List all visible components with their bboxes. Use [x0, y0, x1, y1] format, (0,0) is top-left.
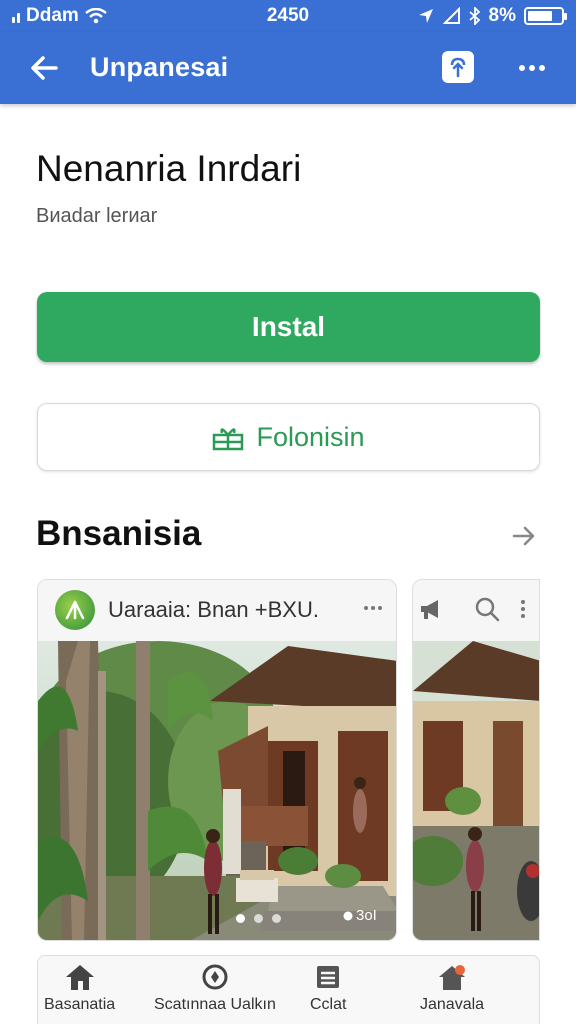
post-card-header: Uaraaia: Bnan +BXU. [38, 580, 396, 640]
dot [529, 65, 535, 71]
megaphone-icon [421, 600, 438, 619]
app-bar: Unpanesai [0, 32, 576, 104]
dot [539, 65, 545, 71]
post-card-secondary-image[interactable] [413, 641, 539, 940]
more-vertical-icon [521, 600, 525, 618]
pagination-dot[interactable] [236, 914, 245, 923]
image-pagination-dots[interactable] [236, 914, 281, 923]
section-title: Bnsanisia [36, 514, 202, 553]
status-bar: Ddam 2450 8% [0, 0, 576, 32]
more-options-button[interactable] [512, 52, 552, 84]
compass-icon [198, 962, 232, 992]
install-button[interactable]: Instal [37, 292, 540, 362]
status-time: 2450 [266, 5, 310, 26]
post-card-secondary[interactable] [412, 579, 540, 941]
avatar[interactable] [55, 590, 95, 630]
arrow-right-icon [512, 526, 535, 546]
pagination-dot[interactable] [254, 914, 263, 923]
nav-item-label: Janavala [420, 996, 485, 1013]
dot [519, 65, 525, 71]
vertical-more-button[interactable] [509, 595, 537, 623]
bottom-navigation: Basanatia Scatınnaa Ualkın Cclat Janaval… [37, 955, 540, 1024]
share-icon [450, 57, 466, 78]
house-badge-icon [435, 962, 469, 992]
leaf-logo-icon [65, 600, 85, 620]
battery-percent: 8% [488, 5, 516, 26]
nav-item-profile[interactable]: Janavala [420, 962, 484, 1014]
nav-item-explore[interactable]: Scatınnaa Ualkın [154, 962, 276, 1014]
nav-item-list[interactable]: Cclat [310, 962, 346, 1014]
back-button[interactable] [24, 48, 64, 88]
card-more-button[interactable] [360, 598, 386, 618]
page-title: Nenanria Inrdari [36, 148, 302, 189]
home-icon [63, 962, 97, 992]
post-card-title: Uaraaia: Bnan +BXU. [108, 597, 319, 622]
bluetooth-icon [468, 7, 480, 25]
image-counter-label: 3oI [356, 907, 377, 924]
search-button[interactable] [473, 595, 501, 623]
house-photo-secondary [413, 641, 539, 940]
section-more-button[interactable] [506, 518, 542, 554]
image-counter: 3oI [343, 907, 377, 924]
house-photo [38, 641, 396, 940]
battery-icon [524, 7, 567, 25]
dot [371, 606, 375, 610]
nav-item-label: Scatınnaa Ualkın [154, 996, 276, 1013]
location-icon [418, 9, 433, 23]
pagination-dot[interactable] [272, 914, 281, 923]
app-bar-title: Unpanesai [90, 52, 229, 82]
post-card-image[interactable]: 3oI [38, 641, 396, 940]
dot [378, 606, 382, 610]
post-card[interactable]: Uaraaia: Bnan +BXU. 3oI [37, 579, 397, 941]
share-button[interactable] [442, 51, 474, 83]
megaphone-button[interactable] [417, 595, 445, 623]
follow-button[interactable]: Folonisin [37, 403, 540, 471]
signal-strength-icon [442, 7, 460, 24]
back-arrow-icon [31, 56, 58, 80]
dot [364, 606, 368, 610]
image-icon [343, 911, 353, 920]
nav-item-label: Basanatia [44, 996, 116, 1013]
page-subtitle: Bиadar lerиar [36, 205, 158, 227]
gift-icon [213, 428, 244, 451]
follow-button-label: Folonisin [256, 421, 365, 452]
nav-item-label: Cclat [310, 996, 347, 1013]
search-icon [475, 597, 500, 622]
list-icon [311, 962, 345, 992]
nav-item-home[interactable]: Basanatia [44, 962, 115, 1014]
